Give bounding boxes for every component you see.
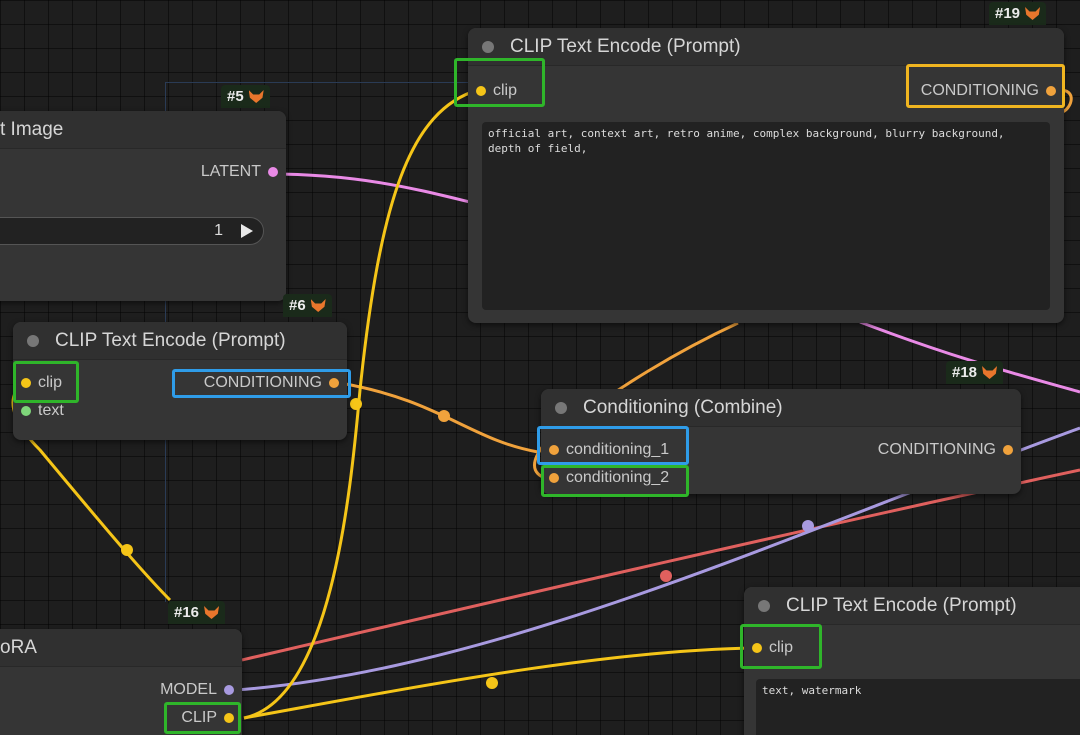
group-outline-top (165, 82, 485, 83)
node-id-badge: #16 (168, 601, 226, 624)
wire-clip-to-neg (243, 646, 757, 720)
node-id-text: #6 (289, 297, 306, 314)
highlight-box-clip-16 (164, 702, 241, 734)
collapse-dot-icon[interactable] (482, 41, 494, 53)
output-slot-latent[interactable]: LATENT (201, 163, 278, 181)
conditioning-dot-icon (1003, 445, 1013, 455)
fox-icon (204, 606, 220, 619)
highlight-box-conditioning-2 (541, 465, 689, 497)
output-slot-conditioning[interactable]: CONDITIONING (878, 441, 1013, 459)
slot-label: text (38, 402, 64, 419)
fox-icon (982, 366, 998, 379)
wire-model-midpoint (802, 520, 814, 532)
slot-label: MODEL (160, 681, 217, 698)
node-title[interactable]: CLIP Text Encode (Prompt) (744, 587, 1080, 625)
output-slot-model[interactable]: MODEL (160, 681, 234, 699)
highlight-box-clip-19 (454, 58, 545, 107)
wire-clip-midpoint-2 (486, 677, 498, 689)
collapse-dot-icon[interactable] (555, 402, 567, 414)
node-id-badge: #6 (283, 294, 332, 317)
collapse-dot-icon[interactable] (758, 600, 770, 612)
node-id-badge: #19 (989, 2, 1047, 25)
slot-label: LATENT (200, 163, 261, 180)
wire-clip-midpoint-1 (350, 398, 362, 410)
node-title[interactable]: t Image (0, 111, 286, 149)
node-title[interactable]: Conditioning (Combine) (541, 389, 1021, 427)
wire-latent-in (269, 172, 471, 204)
fox-icon (310, 299, 326, 312)
node-title-text: t Image (0, 118, 64, 140)
batch-size-value: 1 (214, 222, 223, 239)
latent-dot-icon (268, 167, 278, 177)
model-dot-icon (224, 685, 234, 695)
wire-clip-midpoint-3 (121, 544, 133, 556)
fox-icon (248, 90, 264, 103)
prompt-textarea[interactable]: text, watermark (756, 679, 1080, 735)
latent-image-node[interactable]: t Image LATENT 1 (0, 111, 286, 301)
node-title-text: Conditioning (Combine) (583, 396, 783, 418)
wire-cond-6-to-combine (339, 381, 539, 454)
slot-label: CONDITIONING (877, 441, 996, 458)
highlight-box-clip-negative (740, 624, 822, 669)
prompt-textarea[interactable]: official art, context art, retro anime, … (482, 122, 1050, 310)
node-title-text: oRA (0, 636, 37, 658)
node-title-text: CLIP Text Encode (Prompt) (786, 594, 1017, 616)
highlight-box-clip-6 (13, 361, 79, 403)
batch-size-widget[interactable]: 1 (0, 217, 264, 245)
node-id-text: #18 (952, 364, 978, 381)
node-id-badge: #18 (946, 361, 1004, 384)
text-dot-icon (21, 406, 31, 416)
highlight-box-conditioning-6 (172, 369, 351, 398)
fox-icon (1025, 7, 1041, 20)
wire-cond-midpoint (438, 410, 450, 422)
node-title[interactable]: oRA (0, 629, 242, 667)
wire-vae-midpoint (660, 570, 672, 582)
node-id-badge: #5 (221, 85, 270, 108)
node-title-text: CLIP Text Encode (Prompt) (510, 35, 741, 57)
node-id-text: #19 (995, 5, 1021, 22)
node-graph-canvas[interactable]: #5 t Image LATENT 1 #19 CLIP Text Encode… (0, 0, 1080, 735)
node-id-text: #16 (174, 604, 200, 621)
node-title-text: CLIP Text Encode (Prompt) (55, 329, 286, 351)
collapse-dot-icon[interactable] (27, 335, 39, 347)
highlight-box-conditioning-19 (906, 64, 1065, 108)
node-id-text: #5 (227, 88, 244, 105)
node-title[interactable]: CLIP Text Encode (Prompt) (468, 28, 1064, 66)
input-slot-text[interactable]: text (21, 402, 64, 420)
increment-arrow-icon[interactable] (241, 224, 253, 238)
highlight-box-conditioning-1 (537, 426, 689, 465)
node-title[interactable]: CLIP Text Encode (Prompt) (13, 322, 347, 360)
